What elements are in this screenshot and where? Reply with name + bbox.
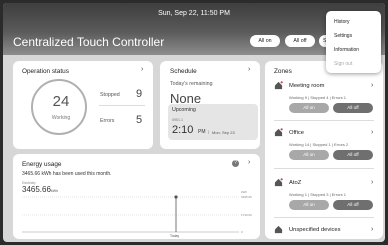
working-label: Working [51, 115, 71, 121]
zones-card: Zones Meeting room › Working 9 | Stopped… [265, 61, 383, 239]
zone-stats: Working 14 | Stopped 1 | Errors 2 [289, 142, 349, 147]
working-count: 24 [52, 93, 70, 110]
y-axis-unit: kWh [241, 190, 247, 194]
x-tick-label: Today [170, 233, 180, 238]
menu-item-information[interactable]: Information [334, 47, 359, 53]
unspecified-devices-label: Unspecified devices [289, 227, 341, 233]
all-off-button[interactable]: All off [285, 35, 315, 47]
chevron-right-icon[interactable]: › [248, 66, 250, 73]
y-tick-label: 1733.00 [241, 213, 252, 217]
upcoming-date: Mon, Sep 23 [212, 129, 235, 135]
all-on-button[interactable]: All on [250, 35, 280, 47]
chevron-right-icon[interactable]: › [371, 179, 373, 186]
zone-all-off-button[interactable]: All off [333, 200, 373, 210]
upcoming-ampm: PM [198, 129, 206, 135]
account-menu: History Settings Information Sign out [326, 11, 381, 73]
house-icon [274, 178, 283, 187]
zones-title: Zones [274, 68, 292, 75]
menu-item-history[interactable]: History [334, 19, 350, 25]
zone-all-on-button[interactable]: All on [289, 200, 329, 210]
zone-all-on-button[interactable]: All on [289, 103, 329, 113]
schedule-card[interactable]: Schedule › Today's remaining None Upcomi… [160, 61, 260, 149]
zone-stats: Working 9 | Stopped 4 | Errors 1 [289, 95, 347, 100]
stopped-count: 9 [136, 88, 143, 100]
zone-all-off-button[interactable]: All off [333, 103, 373, 113]
zone-all-off-button[interactable]: All off [333, 150, 373, 160]
unspecified-devices-item[interactable]: Unspecified devices › [265, 221, 383, 237]
remaining-label: Today's remaining [170, 81, 213, 87]
house-icon [274, 225, 283, 234]
operation-status-card[interactable]: Operation status › 24 Working Stopped 9 … [13, 61, 153, 149]
chevron-right-icon[interactable]: › [371, 82, 373, 89]
zone-item[interactable]: AtoZ › Working 1 | Stopped 3 | Errors 1 … [265, 174, 383, 214]
zone-item[interactable]: Office › Working 14 | Stopped 1 | Errors… [265, 124, 383, 164]
divider [274, 168, 374, 169]
house-icon [274, 128, 283, 137]
upcoming-box[interactable]: Upcoming 0901.1 2:10 PM | Mon, Sep 23 [168, 104, 258, 140]
chevron-right-icon[interactable]: › [371, 226, 373, 233]
y-tick-label: 3465.66 [241, 195, 252, 199]
chart-point [174, 195, 178, 199]
divider [274, 217, 374, 218]
app-window: Sun, Sep 22, 11:50 PM Centralized Touch … [3, 3, 385, 242]
zone-name: AtoZ [289, 180, 302, 186]
zone-stats: Working 1 | Stopped 3 | Errors 1 [289, 192, 347, 197]
menu-item-sign-out[interactable]: Sign out [334, 61, 352, 67]
upcoming-label: Upcoming [172, 107, 196, 113]
page-title: Centralized Touch Controller [13, 35, 165, 49]
divider [274, 120, 374, 121]
errors-count: 5 [136, 114, 143, 126]
operation-status-title: Operation status [22, 68, 69, 75]
divider [99, 105, 145, 106]
house-icon [274, 81, 283, 90]
chevron-right-icon[interactable]: › [371, 129, 373, 136]
chevron-right-icon[interactable]: › [141, 66, 143, 73]
stopped-label: Stopped [100, 92, 120, 98]
zone-all-on-button[interactable]: All on [289, 150, 329, 160]
upcoming-code: 0901.1 [172, 118, 183, 122]
schedule-title: Schedule [170, 68, 197, 75]
energy-usage-card[interactable]: Energy usage ? › 3465.66 kWh has been us… [13, 154, 260, 239]
zone-name: Office [289, 130, 305, 136]
errors-label: Errors [100, 118, 115, 124]
upcoming-separator: | [208, 129, 210, 134]
working-ring: 24 Working [31, 79, 87, 135]
zone-item[interactable]: Meeting room › Working 9 | Stopped 4 | E… [265, 77, 383, 117]
upcoming-time: 2:10 [172, 124, 194, 136]
y-tick-label: 0 [241, 230, 243, 234]
zone-name: Meeting room [289, 83, 325, 89]
menu-item-settings[interactable]: Settings [334, 33, 352, 39]
energy-chart [22, 195, 239, 233]
